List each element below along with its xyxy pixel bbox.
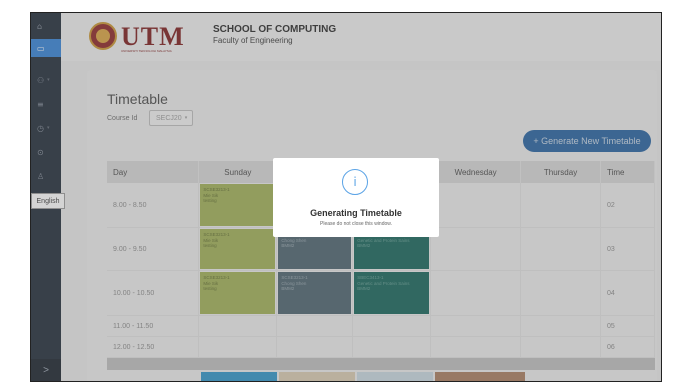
app-window: ⌂ ▭ ⚇ ▾ ≡ ◷ ▾ ⊙ ♙ English > UTM UNIVERSI…: [30, 12, 662, 382]
modal-title: Generating Timetable: [310, 208, 402, 218]
modal-subtitle: Please do not close this window.: [320, 221, 392, 227]
info-icon: i: [342, 169, 368, 195]
generating-modal: i Generating Timetable Please do not clo…: [273, 158, 439, 237]
